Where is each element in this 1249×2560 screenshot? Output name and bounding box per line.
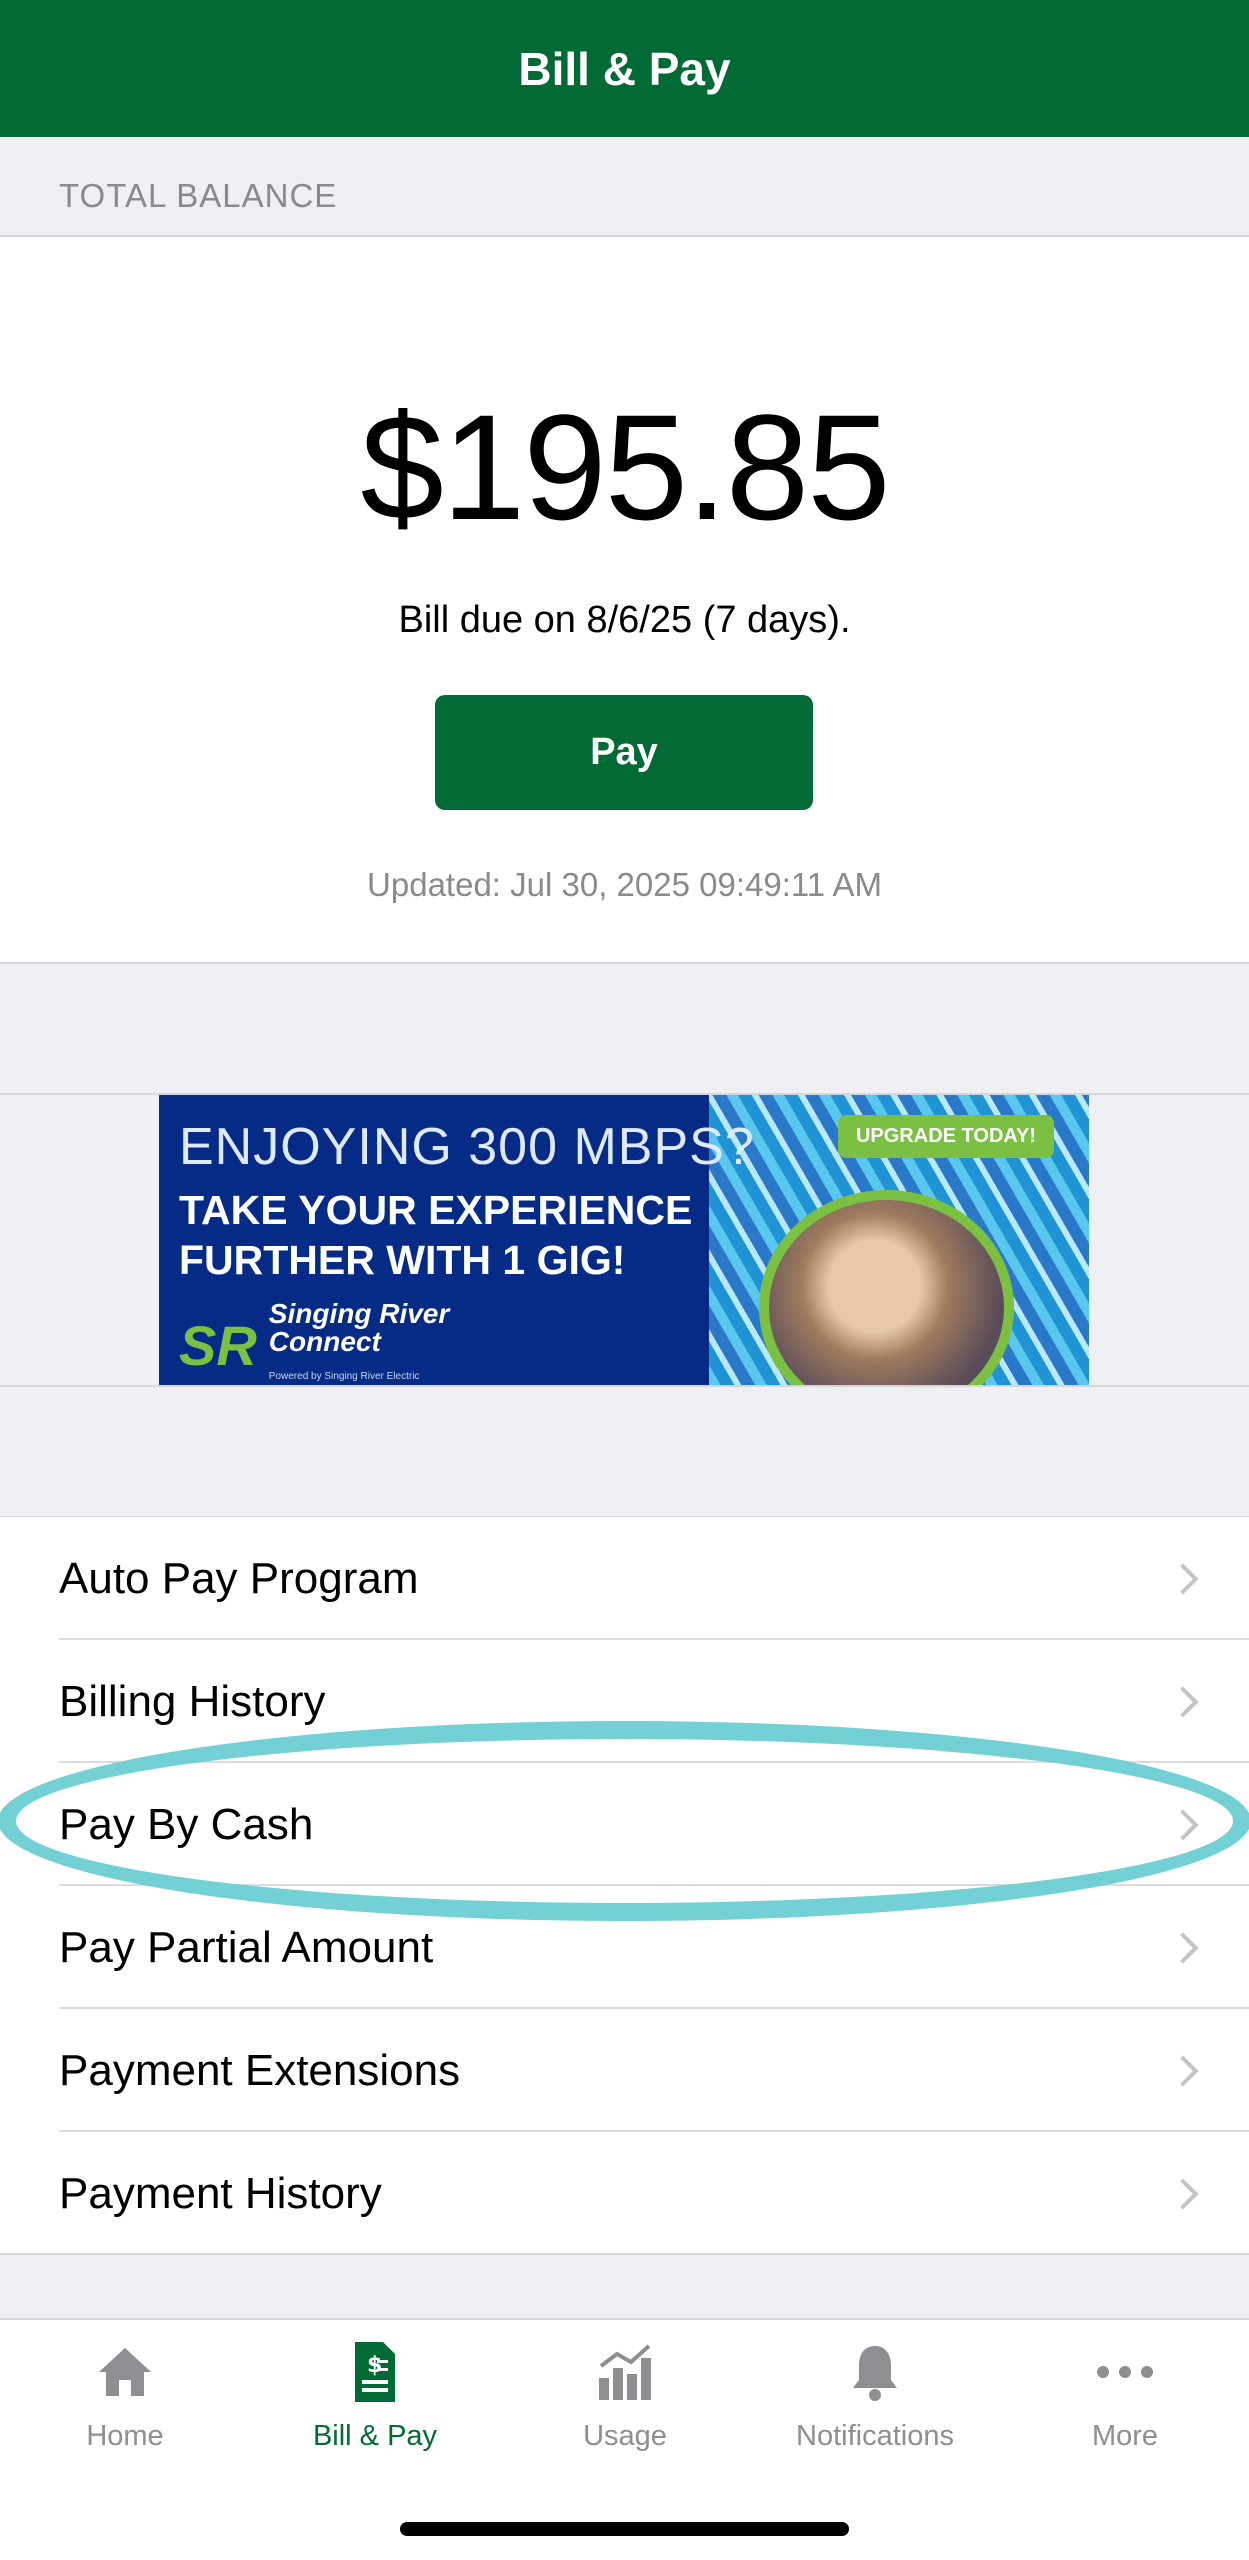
logo-line-2: Connect xyxy=(268,1326,381,1357)
divider xyxy=(0,235,1249,237)
tab-label: Home xyxy=(86,2420,164,2452)
bill-icon: $ xyxy=(355,2342,395,2402)
tab-home[interactable]: Home xyxy=(0,2340,250,2453)
chevron-right-icon xyxy=(1167,1685,1199,1718)
divider xyxy=(0,2253,1249,2255)
menu-item-payment-extensions[interactable]: Payment Extensions xyxy=(0,2009,1249,2132)
tab-notifications[interactable]: Notifications xyxy=(750,2340,1000,2453)
chevron-right-icon xyxy=(1167,1931,1199,1964)
page-title: Bill & Pay xyxy=(518,42,731,95)
tab-bill-pay[interactable]: $ Bill & Pay xyxy=(250,2340,500,2453)
balance-card: $195.85 Bill due on 8/6/25 (7 days). Pay… xyxy=(0,236,1249,963)
menu-item-label: Billing History xyxy=(59,1676,326,1726)
divider xyxy=(0,1385,1249,1387)
home-indicator xyxy=(400,2522,849,2536)
tab-label: Notifications xyxy=(796,2420,954,2452)
banner-subheadline-1: TAKE YOUR EXPERIENCE xyxy=(179,1187,693,1233)
tab-usage[interactable]: Usage xyxy=(500,2340,750,2453)
tab-more[interactable]: More xyxy=(1000,2340,1249,2453)
logo-text: Singing River Connect Powered by Singing… xyxy=(269,1300,449,1385)
banner-headline: ENJOYING 300 MBPS? xyxy=(179,1118,755,1176)
tab-label: More xyxy=(1091,2420,1159,2452)
usage-chart-icon xyxy=(599,2344,651,2400)
menu-item-label: Auto Pay Program xyxy=(59,1553,419,1603)
promo-banner[interactable]: UPGRADE TODAY! ENJOYING 300 MBPS? TAKE Y… xyxy=(159,1095,1089,1385)
singing-river-logo: SR Singing River Connect Powered by Sing… xyxy=(179,1300,449,1385)
updated-timestamp: Updated: Jul 30, 2025 09:49:11 AM xyxy=(367,866,882,903)
more-dots-icon xyxy=(1097,2366,1153,2378)
highlight-ellipse xyxy=(0,1721,1249,1921)
upgrade-badge: UPGRADE TODAY! xyxy=(837,1115,1054,1158)
promo-banner-strip: UPGRADE TODAY! ENJOYING 300 MBPS? TAKE Y… xyxy=(0,1095,1249,1385)
balance-amount: $195.85 xyxy=(360,383,890,551)
menu-item-payment-history[interactable]: Payment History xyxy=(0,2132,1249,2255)
bell-icon xyxy=(853,2346,897,2401)
svg-text:$: $ xyxy=(367,2353,382,2378)
banner-subheadline-2: FURTHER WITH 1 GIG! xyxy=(179,1237,626,1283)
logo-subtext: Powered by Singing River Electric xyxy=(268,1371,420,1382)
logo-line-1: Singing River xyxy=(268,1298,450,1329)
logo-mark: SR xyxy=(179,1314,257,1377)
nav-header: Bill & Pay xyxy=(0,0,1249,137)
divider xyxy=(0,962,1249,964)
bill-due-text: Bill due on 8/6/25 (7 days). xyxy=(398,599,851,641)
menu-item-label: Pay Partial Amount xyxy=(59,1922,434,1972)
tab-label: Usage xyxy=(583,2420,667,2452)
chevron-right-icon xyxy=(1167,2054,1199,2087)
home-icon xyxy=(99,2348,151,2396)
menu-item-label: Payment Extensions xyxy=(59,2045,461,2095)
menu-item-auto-pay[interactable]: Auto Pay Program xyxy=(0,1517,1249,1640)
tab-label: Bill & Pay xyxy=(312,2420,438,2452)
menu-item-label: Payment History xyxy=(59,2168,382,2218)
pay-button[interactable]: Pay xyxy=(435,695,813,810)
chevron-right-icon xyxy=(1167,2177,1199,2210)
total-balance-label: TOTAL BALANCE xyxy=(59,177,338,214)
chevron-right-icon xyxy=(1167,1562,1199,1595)
